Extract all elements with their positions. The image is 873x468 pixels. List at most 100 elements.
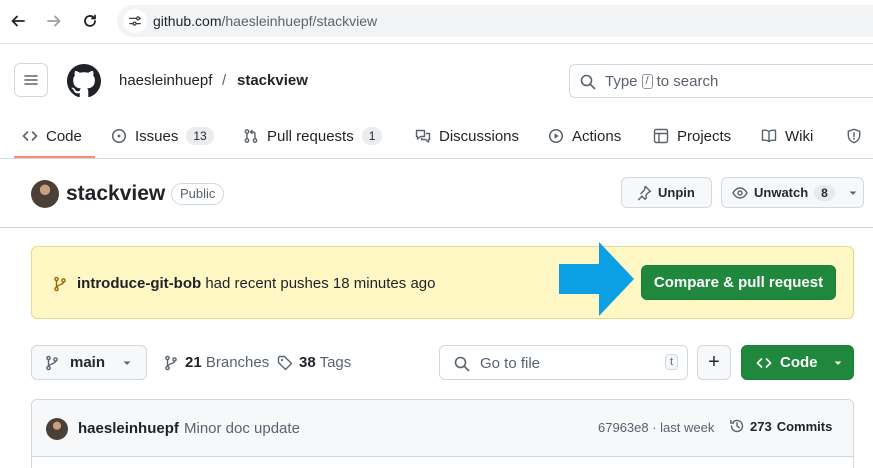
unwatch-label: Unwatch <box>754 185 809 200</box>
actions-play-icon <box>548 128 564 144</box>
unpin-label: Unpin <box>658 185 695 200</box>
tags-label: Tags <box>319 354 352 371</box>
search-icon <box>580 74 596 90</box>
tab-pull-requests-label: Pull requests <box>267 127 354 145</box>
go-to-file-input[interactable]: Go to file t <box>439 345 688 380</box>
add-file-button[interactable]: + <box>697 345 731 380</box>
search-icon <box>454 356 470 372</box>
code-button-label: Code <box>780 354 818 371</box>
recent-push-banner: introduce-git-bob had recent pushes 18 m… <box>31 246 854 319</box>
site-info-icon[interactable] <box>123 9 147 33</box>
pin-icon <box>637 185 652 200</box>
github-logo-icon[interactable] <box>67 64 101 98</box>
address-bar[interactable]: github.com/haesleinhuepf/stackview <box>117 5 873 37</box>
tab-wiki[interactable]: Wiki <box>761 113 813 159</box>
reload-icon <box>84 14 96 27</box>
selected-tab-underline <box>14 156 95 158</box>
hamburger-icon <box>24 75 38 85</box>
tab-discussions-label: Discussions <box>439 127 520 145</box>
arrow-right-icon <box>47 15 61 27</box>
search-placeholder: Type / to search <box>605 73 718 90</box>
branches-link[interactable]: 21 Branches <box>163 354 269 371</box>
pull-requests-counter: 1 <box>361 127 383 145</box>
compare-pull-request-button[interactable]: Compare & pull request <box>641 265 836 300</box>
visibility-badge: Public <box>171 183 225 205</box>
tab-pull-requests[interactable]: Pull requests 1 <box>243 113 383 159</box>
tags-link[interactable]: 38 Tags <box>277 354 351 371</box>
repo-title-row: stackview Public Unpin Unwatch 8 <box>0 160 873 228</box>
projects-table-icon <box>653 128 669 144</box>
search-suffix: to search <box>656 73 719 90</box>
tag-icon <box>277 355 293 370</box>
repo-tabs: Code Issues 13 Pull requests 1 Discussio… <box>0 113 873 159</box>
tags-count: 38 <box>299 354 316 371</box>
code-dropdown-button[interactable]: Code <box>741 345 854 380</box>
unpin-button[interactable]: Unpin <box>621 177 712 208</box>
url-text[interactable]: github.com/haesleinhuepf/stackview <box>153 13 377 29</box>
tab-actions[interactable]: Actions <box>548 113 621 159</box>
go-to-file-shortcut: t <box>664 354 678 370</box>
github-header: haesleinhuepf / stackview Type / to sear… <box>0 44 873 159</box>
search-shortcut-key: / <box>641 74 653 89</box>
branch-icon <box>46 355 58 370</box>
tab-discussions[interactable]: Discussions <box>415 113 519 159</box>
commit-sha-time[interactable]: 67963e8 · last week <box>598 420 714 435</box>
discussions-icon <box>415 129 431 143</box>
browser-toolbar: github.com/haesleinhuepf/stackview <box>0 0 873 44</box>
code-icon <box>756 357 772 368</box>
commit-message[interactable]: Minor doc update <box>184 420 300 437</box>
commits-label: Commits <box>776 418 833 434</box>
back-button[interactable] <box>6 9 30 33</box>
chevron-down-icon <box>834 361 841 365</box>
breadcrumb-repo[interactable]: stackview <box>237 72 308 89</box>
arrow-left-icon <box>11 15 25 27</box>
tab-security[interactable] <box>846 113 862 159</box>
annotation-arrow-icon <box>559 242 634 316</box>
branch-icon <box>165 355 177 370</box>
search-prefix: Type <box>605 73 638 90</box>
reload-button[interactable] <box>78 9 102 33</box>
unwatch-button[interactable]: Unwatch 8 <box>721 177 864 208</box>
watch-counter: 8 <box>814 184 835 201</box>
issue-icon <box>111 128 127 144</box>
tab-issues-label: Issues <box>135 127 179 145</box>
url-domain: github.com <box>153 13 222 29</box>
forward-button[interactable] <box>42 9 66 33</box>
tab-projects[interactable]: Projects <box>653 113 731 159</box>
code-icon <box>22 131 38 141</box>
book-icon <box>761 129 777 143</box>
go-to-file-placeholder: Go to file <box>480 355 541 372</box>
branches-count: 21 <box>185 354 202 371</box>
branches-label: Branches <box>205 354 270 371</box>
file-list-box: haesleinhuepf Minor doc update 67963e8 ·… <box>31 399 854 468</box>
commits-count: 273 <box>750 418 772 434</box>
repo-title[interactable]: stackview <box>66 182 165 206</box>
chevron-down-icon[interactable] <box>847 187 859 199</box>
commit-author-avatar[interactable] <box>46 418 68 440</box>
shield-icon <box>847 128 861 144</box>
tab-issues[interactable]: Issues 13 <box>111 113 214 159</box>
issues-counter: 13 <box>186 127 214 145</box>
owner-avatar[interactable] <box>31 180 59 208</box>
commit-author[interactable]: haesleinhuepf <box>78 420 179 437</box>
current-branch-label: main <box>70 354 106 371</box>
branch-select-button[interactable]: main <box>31 345 147 380</box>
breadcrumb-separator: / <box>222 72 227 89</box>
history-icon <box>730 419 744 433</box>
url-path: /haesleinhuepf/stackview <box>221 13 378 29</box>
tab-code-label: Code <box>46 127 82 145</box>
pull-request-icon <box>244 129 258 143</box>
commits-history-link[interactable]: 273 Commits <box>729 418 832 434</box>
eye-icon <box>732 186 748 199</box>
latest-commit-header: haesleinhuepf Minor doc update 67963e8 ·… <box>32 400 853 457</box>
chevron-down-icon <box>123 361 131 365</box>
branch-icon <box>54 276 66 292</box>
tab-wiki-label: Wiki <box>785 127 814 145</box>
tab-code[interactable]: Code <box>22 113 82 159</box>
global-menu-button[interactable] <box>14 63 48 97</box>
tab-actions-label: Actions <box>572 127 622 145</box>
push-message: introduce-git-bob had recent pushes 18 m… <box>77 275 435 292</box>
global-search-input[interactable]: Type / to search <box>569 64 873 98</box>
pushed-branch-name[interactable]: introduce-git-bob <box>77 275 201 292</box>
breadcrumb-owner[interactable]: haesleinhuepf <box>119 72 212 89</box>
